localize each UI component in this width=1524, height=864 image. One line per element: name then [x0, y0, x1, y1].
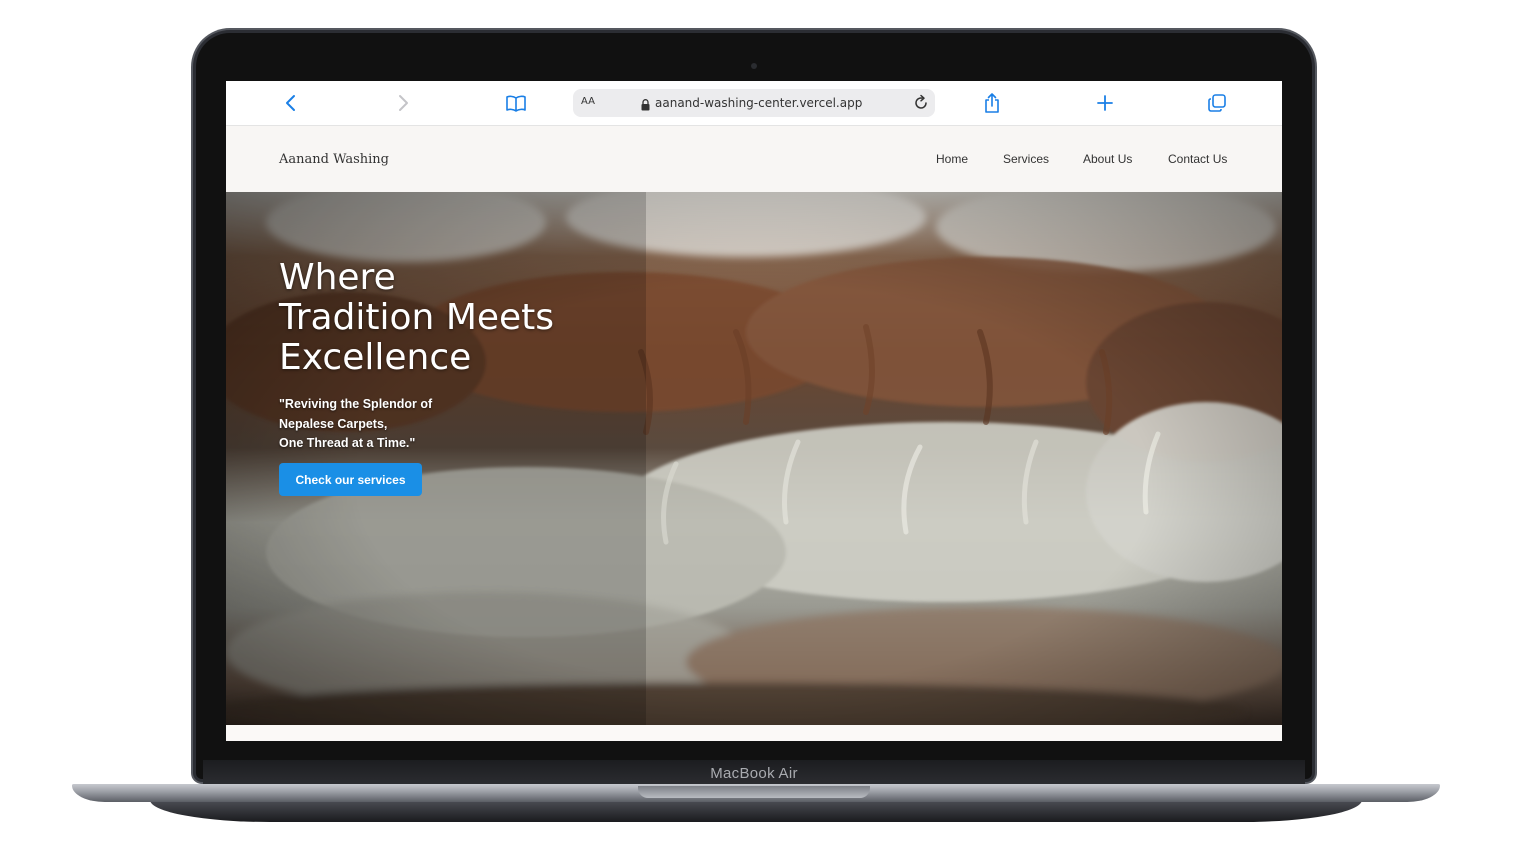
check-services-button[interactable]: Check our services — [279, 463, 422, 496]
browser-toolbar: AA aanand-washing-center.vercel.app — [226, 81, 1282, 126]
book-icon[interactable] — [504, 91, 528, 115]
nav-link-services[interactable]: Services — [1003, 152, 1049, 166]
hero-subtitle-line: Nepalese Carpets, — [279, 416, 388, 431]
hero-subtitle: "Reviving the Splendor of Nepalese Carpe… — [279, 395, 432, 454]
tabs-icon[interactable] — [1205, 91, 1229, 115]
share-icon[interactable] — [980, 91, 1004, 115]
hero-section: Where Tradition Meets Excellence "Revivi… — [226, 192, 1282, 725]
nav-link-home[interactable]: Home — [936, 152, 968, 166]
camera-icon — [751, 63, 757, 69]
chevron-right-icon[interactable] — [391, 91, 415, 115]
page-below-fold — [226, 725, 1282, 741]
site-brand[interactable]: Aanand Washing — [279, 152, 389, 167]
lock-icon — [641, 96, 650, 115]
hero-subtitle-line: "Reviving the Splendor of — [279, 397, 433, 411]
screen: AA aanand-washing-center.vercel.app Aana… — [226, 81, 1282, 741]
plus-icon[interactable] — [1093, 91, 1117, 115]
laptop-model-label: MacBook Air — [203, 760, 1305, 786]
url-text: aanand-washing-center.vercel.app — [655, 96, 863, 110]
nav-link-contact[interactable]: Contact Us — [1168, 152, 1227, 166]
hero-title: Where Tradition Meets Excellence — [279, 258, 599, 378]
hero-title-line: Tradition Meets — [279, 297, 555, 338]
nav-link-about[interactable]: About Us — [1083, 152, 1132, 166]
hero-title-line: Excellence — [279, 337, 472, 378]
laptop-notch — [638, 786, 870, 798]
reload-icon[interactable] — [913, 94, 929, 116]
address-bar[interactable]: AA aanand-washing-center.vercel.app — [573, 89, 935, 117]
laptop-base-shadow — [150, 800, 1362, 822]
hero-title-line: Where — [279, 257, 396, 298]
chevron-left-icon[interactable] — [279, 91, 303, 115]
hero-subtitle-line: One Thread at a Time." — [279, 436, 416, 450]
site-navbar: Aanand Washing Home Services About Us Co… — [226, 126, 1282, 192]
reader-aa-button[interactable]: AA — [581, 96, 595, 107]
